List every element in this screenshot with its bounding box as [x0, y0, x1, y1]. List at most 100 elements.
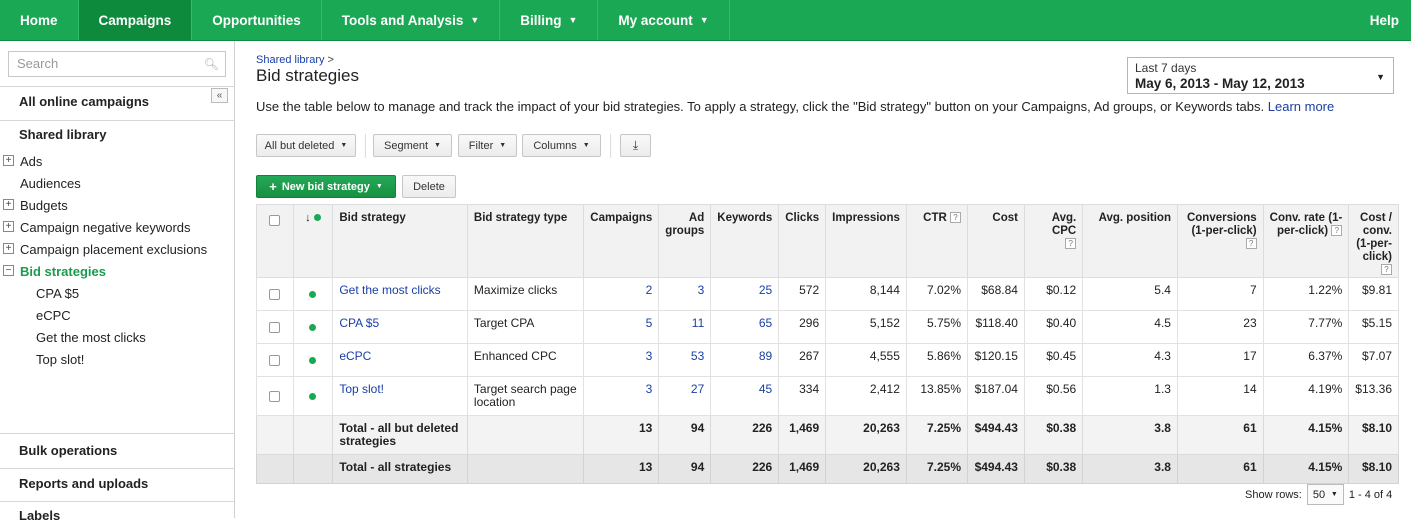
- campaigns-link[interactable]: 3: [646, 382, 653, 396]
- rows-per-page-select[interactable]: 50 ▼: [1306, 484, 1344, 505]
- header-avg-position[interactable]: Avg. position: [1082, 204, 1178, 278]
- nav-campaigns[interactable]: Campaigns: [78, 0, 193, 40]
- sidebar-bid-strategy-top-slot[interactable]: Top slot!: [36, 352, 84, 367]
- row-checkbox[interactable]: [269, 354, 281, 366]
- cell-total-conv-rate: 4.15%: [1262, 415, 1350, 455]
- expand-icon[interactable]: +: [3, 221, 14, 232]
- header-ad-groups[interactable]: Ad groups: [658, 204, 712, 278]
- help-icon[interactable]: ?: [1065, 238, 1077, 250]
- collapse-icon[interactable]: −: [3, 265, 14, 276]
- bid-strategy-link[interactable]: CPA $5: [339, 316, 379, 330]
- nav-billing[interactable]: Billing ▼: [500, 0, 599, 40]
- nav-tools-and-analysis[interactable]: Tools and Analysis ▼: [322, 0, 501, 40]
- nav-help[interactable]: Help: [1358, 0, 1411, 40]
- status-enabled-icon[interactable]: [309, 392, 317, 400]
- ad-groups-link[interactable]: 11: [692, 316, 704, 330]
- expand-icon[interactable]: +: [3, 243, 14, 254]
- status-filter-dropdown[interactable]: All but deleted ▼: [256, 134, 356, 157]
- header-clicks[interactable]: Clicks: [778, 204, 827, 278]
- header-bid-strategy-type[interactable]: Bid strategy type: [466, 204, 585, 278]
- sidebar-item-campaign-negative-keywords[interactable]: Campaign negative keywords: [20, 220, 191, 235]
- ad-groups-link[interactable]: 27: [691, 382, 704, 396]
- campaigns-link[interactable]: 5: [646, 316, 653, 330]
- help-icon[interactable]: ?: [1245, 238, 1257, 250]
- caret-down-icon: ▼: [699, 15, 709, 25]
- sidebar-item-campaign-placement-exclusions[interactable]: Campaign placement exclusions: [20, 242, 207, 257]
- help-icon[interactable]: ?: [950, 212, 962, 224]
- bid-strategy-link[interactable]: eCPC: [339, 349, 371, 363]
- download-icon: ⤓: [632, 138, 639, 152]
- header-bid-strategy[interactable]: Bid strategy: [332, 204, 468, 278]
- columns-dropdown[interactable]: Columns ▼: [522, 134, 601, 157]
- help-icon[interactable]: ?: [1331, 225, 1343, 237]
- sidebar-item-audiences[interactable]: Audiences: [20, 176, 81, 191]
- table-row: CPA $5 Target CPA 5 11 65 296 5,152 5.75% $118.4…: [256, 310, 1399, 344]
- sidebar-bid-strategy-get-most-clicks[interactable]: Get the most clicks: [36, 330, 146, 345]
- pagination-footer: Show rows: 50 ▼ 1 - 4 of 4: [1245, 484, 1392, 505]
- status-enabled-icon[interactable]: [309, 356, 317, 364]
- sidebar-labels[interactable]: Labels: [19, 508, 60, 523]
- breadcrumb-shared-library[interactable]: Shared library: [256, 54, 324, 66]
- campaigns-link[interactable]: 2: [646, 283, 653, 297]
- cell-avg-position: 4.5: [1082, 310, 1178, 344]
- sidebar-item-ads[interactable]: Ads: [20, 154, 42, 169]
- cell-conv-rate: 1.22%: [1262, 277, 1350, 311]
- row-checkbox[interactable]: [269, 288, 281, 300]
- cell-total-ad-groups: 94: [658, 415, 712, 455]
- sidebar-bulk-operations[interactable]: Bulk operations: [19, 443, 117, 458]
- row-checkbox-cell: [256, 343, 294, 377]
- header-avg-cpc[interactable]: Avg. CPC?: [1023, 204, 1084, 278]
- keywords-link[interactable]: 89: [759, 349, 772, 363]
- header-conversions[interactable]: Conversions (1-per-click) ?: [1176, 204, 1264, 278]
- new-bid-strategy-button[interactable]: + New bid strategy ▼: [256, 175, 396, 198]
- date-range-picker[interactable]: Last 7 days May 6, 2013 - May 12, 2013 ▼: [1127, 57, 1394, 94]
- header-ctr[interactable]: CTR ?: [905, 204, 969, 278]
- table-header-row: ↓ Bid strategy Bid strategy type Campaig…: [256, 204, 1399, 278]
- header-conv-rate[interactable]: Conv. rate (1-per-click) ?: [1262, 204, 1350, 278]
- search-input[interactable]: Search 🔍︎: [8, 51, 226, 77]
- header-cost-per-conv[interactable]: Cost / conv. (1-per-click) ?: [1348, 204, 1399, 278]
- segment-dropdown[interactable]: Segment ▼: [373, 134, 452, 157]
- caret-down-icon: ▼: [340, 142, 348, 149]
- campaigns-link[interactable]: 3: [646, 349, 653, 363]
- expand-icon[interactable]: +: [3, 199, 14, 210]
- ad-groups-link[interactable]: 53: [691, 349, 704, 363]
- learn-more-link[interactable]: Learn more: [1268, 99, 1334, 114]
- sidebar-all-online-campaigns[interactable]: All online campaigns: [19, 94, 149, 109]
- row-status-cell: [292, 277, 334, 311]
- keywords-link[interactable]: 65: [759, 316, 772, 330]
- status-sort-header[interactable]: ↓: [292, 204, 334, 278]
- download-button[interactable]: ⤓: [620, 134, 651, 157]
- sidebar-bid-strategy-ecpc[interactable]: eCPC: [36, 308, 71, 323]
- row-checkbox[interactable]: [269, 321, 281, 333]
- status-enabled-icon[interactable]: [309, 323, 317, 331]
- header-keywords[interactable]: Keywords: [710, 204, 780, 278]
- sidebar-shared-library[interactable]: Shared library: [19, 127, 106, 142]
- nav-my-account[interactable]: My account ▼: [598, 0, 730, 40]
- help-icon[interactable]: ?: [1381, 264, 1392, 276]
- ad-groups-link[interactable]: 3: [698, 283, 705, 297]
- cell-total-cost: $494.43: [967, 454, 1025, 484]
- sidebar-bid-strategy-cpa-5[interactable]: CPA $5: [36, 286, 79, 301]
- sidebar-item-budgets[interactable]: Budgets: [20, 198, 68, 213]
- row-checkbox[interactable]: [269, 390, 281, 402]
- collapse-sidebar-icon[interactable]: «: [211, 88, 228, 103]
- select-all-checkbox[interactable]: [269, 215, 281, 227]
- header-cost[interactable]: Cost: [967, 204, 1025, 278]
- sidebar-item-bid-strategies[interactable]: Bid strategies: [20, 264, 106, 279]
- keywords-link[interactable]: 25: [759, 283, 772, 297]
- delete-button[interactable]: Delete: [402, 175, 456, 198]
- sidebar-reports-and-uploads[interactable]: Reports and uploads: [19, 476, 148, 491]
- nav-home[interactable]: Home: [0, 0, 79, 40]
- status-enabled-icon[interactable]: [309, 290, 317, 298]
- filter-dropdown[interactable]: Filter ▼: [458, 134, 517, 157]
- nav-opportunities[interactable]: Opportunities: [192, 0, 322, 40]
- header-campaigns[interactable]: Campaigns: [583, 204, 660, 278]
- keywords-link[interactable]: 45: [759, 382, 772, 396]
- cell-total-avg-cpc: $0.38: [1023, 454, 1084, 484]
- bid-strategy-link[interactable]: Get the most clicks: [339, 283, 440, 297]
- bid-strategy-link[interactable]: Top slot!: [339, 382, 384, 396]
- cell-total-cost: $494.43: [967, 415, 1025, 455]
- expand-icon[interactable]: +: [3, 155, 14, 166]
- header-impressions[interactable]: Impressions: [825, 204, 907, 278]
